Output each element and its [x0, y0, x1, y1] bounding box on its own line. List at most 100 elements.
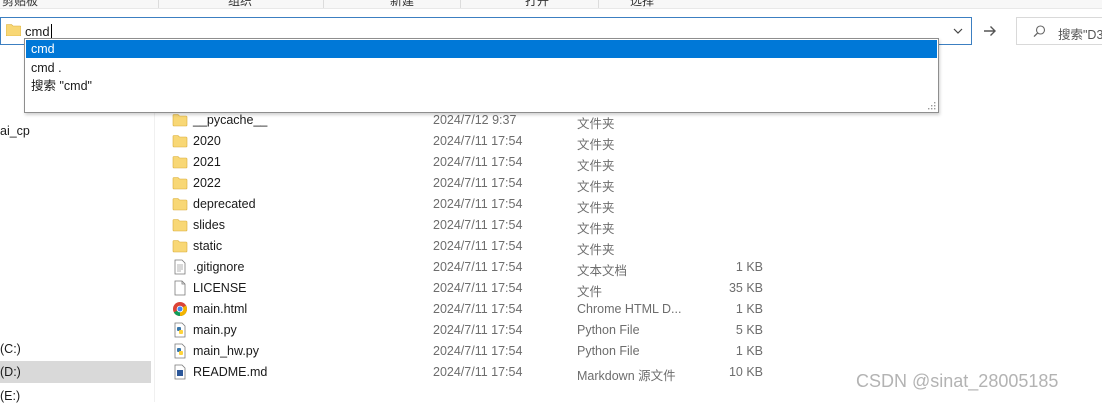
autocomplete-dropdown[interactable]: cmd cmd . 搜索 "cmd" [24, 38, 939, 113]
text-file-icon [172, 259, 188, 275]
file-type: 文件夹 [577, 222, 615, 236]
file-date: 2024/7/11 17:54 [433, 176, 523, 190]
nav-item-ai-cp[interactable]: ai_cp [0, 124, 30, 138]
nav-item-drive-e[interactable]: (E:) [0, 389, 20, 403]
folder-icon [172, 175, 188, 191]
ribbon-divider [598, 0, 599, 8]
go-button[interactable] [976, 17, 1004, 45]
nav-item-drive-c[interactable]: (C:) [0, 342, 21, 356]
file-date: 2024/7/11 17:54 [433, 197, 523, 211]
file-type: 文件夹 [577, 159, 615, 173]
file-date: 2024/7/11 17:54 [433, 365, 523, 379]
file-type: 文件夹 [577, 117, 615, 131]
file-name: README.md [193, 365, 268, 379]
file-name: 2021 [193, 155, 221, 169]
file-type: 文件夹 [577, 180, 615, 194]
file-row[interactable]: README.md 2024/7/11 17:54 Markdown 源文件 10 K… [168, 362, 788, 383]
file-size: 1 KB [735, 260, 763, 274]
autocomplete-item[interactable]: cmd . [26, 59, 937, 77]
file-row[interactable]: 2021 2024/7/11 17:54 文件夹 [168, 152, 788, 173]
file-row[interactable]: main.html 2024/7/11 17:54 Chrome HTML D...… [168, 299, 788, 320]
file-size: 5 KB [735, 323, 763, 337]
search-box[interactable]: 搜索"D3 [1016, 17, 1102, 45]
file-name: .gitignore [193, 260, 245, 274]
file-row[interactable]: deprecated 2024/7/11 17:54 文件夹 [168, 194, 788, 215]
folder-icon [172, 133, 188, 149]
ribbon-item-select[interactable]: 选择 [630, 0, 654, 8]
ribbon-item-organize[interactable]: 组织 [228, 0, 252, 8]
file-name: __pycache__ [193, 113, 268, 127]
chevron-down-icon[interactable] [953, 26, 963, 36]
file-type: 文件夹 [577, 243, 615, 257]
file-name: LICENSE [193, 281, 247, 295]
file-size: 35 KB [728, 281, 763, 295]
file-row[interactable]: slides 2024/7/11 17:54 文件夹 [168, 215, 788, 236]
file-name: static [193, 239, 223, 253]
python-file-icon [172, 343, 188, 359]
file-date: 2024/7/12 9:37 [433, 113, 517, 127]
file-name: 2020 [193, 134, 221, 148]
markdown-file-icon [172, 364, 188, 380]
folder-icon [172, 238, 188, 254]
resize-grip-icon[interactable] [928, 102, 936, 110]
nav-selection-highlight [0, 361, 151, 383]
file-row[interactable]: 2022 2024/7/11 17:54 文件夹 [168, 173, 788, 194]
chrome-icon [172, 301, 188, 317]
file-type: Python File [577, 323, 640, 337]
file-size: 1 KB [735, 344, 763, 358]
file-type: 文件夹 [577, 138, 615, 152]
folder-icon [172, 112, 188, 128]
file-date: 2024/7/11 17:54 [433, 281, 523, 295]
ribbon-item-clipboard[interactable]: 剪贴板 [2, 0, 38, 8]
file-row[interactable]: main_hw.py 2024/7/11 17:54 Python File 1 KB [168, 341, 788, 362]
file-name: slides [193, 218, 225, 232]
file-name: main_hw.py [193, 344, 260, 358]
file-row[interactable]: LICENSE 2024/7/11 17:54 文件 35 KB [168, 278, 788, 299]
python-file-icon [172, 322, 188, 338]
file-name: 2022 [193, 176, 221, 190]
folder-icon [172, 196, 188, 212]
file-type: 文本文档 [577, 264, 628, 278]
file-type: Markdown 源文件 [577, 369, 676, 383]
folder-icon [172, 154, 188, 170]
file-type: Chrome HTML D... [577, 302, 682, 316]
arrow-right-icon [984, 26, 996, 36]
nav-item-drive-d[interactable]: (D:) [0, 365, 21, 379]
file-row[interactable]: static 2024/7/11 17:54 文件夹 [168, 236, 788, 257]
text-caret [50, 24, 52, 38]
folder-icon [6, 24, 21, 36]
file-type: Python File [577, 344, 640, 358]
file-row[interactable]: main.py 2024/7/11 17:54 Python File 5 KB [168, 320, 788, 341]
ribbon-strip: 剪贴板 组织 新建 打开 选择 [0, 0, 1102, 9]
file-date: 2024/7/11 17:54 [433, 134, 523, 148]
file-date: 2024/7/11 17:54 [433, 323, 523, 337]
file-row[interactable]: .gitignore 2024/7/11 17:54 文本文档 1 KB [168, 257, 788, 278]
ribbon-divider [460, 0, 461, 8]
pane-divider [154, 112, 155, 402]
ribbon-divider [323, 0, 324, 8]
autocomplete-item[interactable]: cmd [26, 40, 937, 58]
watermark: CSDN @sinat_28005185 [856, 371, 1059, 391]
file-date: 2024/7/11 17:54 [433, 155, 523, 169]
address-input[interactable]: cmd [25, 24, 52, 39]
ribbon-item-open[interactable]: 打开 [525, 0, 549, 8]
file-date: 2024/7/11 17:54 [433, 344, 523, 358]
file-type: 文件夹 [577, 201, 615, 215]
ribbon-item-new[interactable]: 新建 [390, 0, 414, 8]
file-size: 1 KB [735, 302, 763, 316]
file-row[interactable]: __pycache__ 2024/7/12 9:37 文件夹 [168, 110, 788, 131]
search-placeholder: 搜索"D3 [1058, 28, 1102, 42]
file-type: 文件 [577, 285, 603, 299]
file-date: 2024/7/11 17:54 [433, 260, 523, 274]
search-icon [1033, 25, 1046, 38]
folder-icon [172, 217, 188, 233]
file-date: 2024/7/11 17:54 [433, 218, 523, 232]
ribbon-divider [158, 0, 159, 8]
file-date: 2024/7/11 17:54 [433, 239, 523, 253]
autocomplete-item[interactable]: 搜索 "cmd" [26, 77, 937, 95]
file-row[interactable]: 2020 2024/7/11 17:54 文件夹 [168, 131, 788, 152]
file-name: main.html [193, 302, 248, 316]
file-date: 2024/7/11 17:54 [433, 302, 523, 316]
file-icon [172, 280, 188, 296]
file-name: main.py [193, 323, 237, 337]
